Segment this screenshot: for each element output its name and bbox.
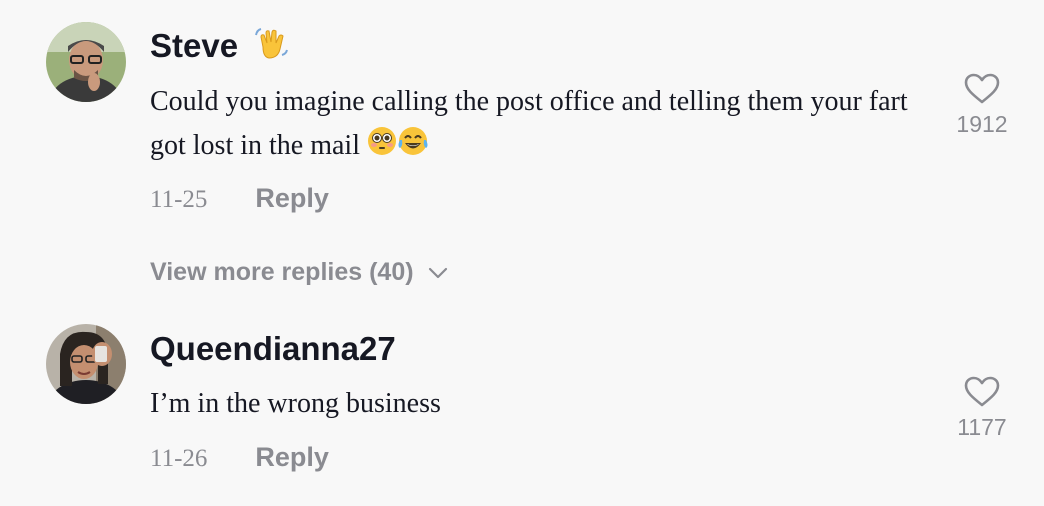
view-more-replies-button[interactable]: View more replies (40) (150, 258, 448, 287)
like-count: 1912 (956, 111, 1008, 137)
comment-meta: 11-25 Reply (150, 183, 329, 214)
tears-of-joy-emoji (397, 126, 429, 170)
reply-button[interactable]: Reply (255, 442, 329, 473)
like-button[interactable]: 1177 (942, 376, 1022, 441)
waving-hand-emoji (253, 25, 289, 66)
comment-text-content: I’m in the wrong business (150, 388, 441, 419)
chevron-down-icon (428, 267, 447, 278)
heart-outline-icon (964, 73, 1000, 104)
username-text: Queendianna27 (150, 330, 396, 367)
username[interactable]: Steve (150, 27, 289, 66)
username[interactable]: Queendianna27 (150, 332, 396, 365)
like-button[interactable]: 1912 (942, 73, 1022, 138)
comment-date: 11-26 (150, 445, 208, 472)
comment-date: 11-25 (150, 186, 208, 213)
like-count: 1177 (957, 414, 1007, 440)
comment-text: I’m in the wrong business (150, 382, 920, 426)
avatar[interactable] (46, 22, 126, 102)
comment-meta: 11-26 Reply (150, 442, 329, 473)
heart-outline-icon (964, 376, 1000, 407)
view-more-replies-label: View more replies (40) (150, 258, 414, 286)
avatar[interactable] (46, 324, 126, 404)
username-text: Steve (150, 27, 239, 64)
flushed-face-emoji (367, 126, 397, 170)
reply-button[interactable]: Reply (255, 183, 329, 214)
comment-text-content: Could you imagine calling the post offic… (150, 86, 908, 161)
comment-text: Could you imagine calling the post offic… (150, 80, 920, 170)
